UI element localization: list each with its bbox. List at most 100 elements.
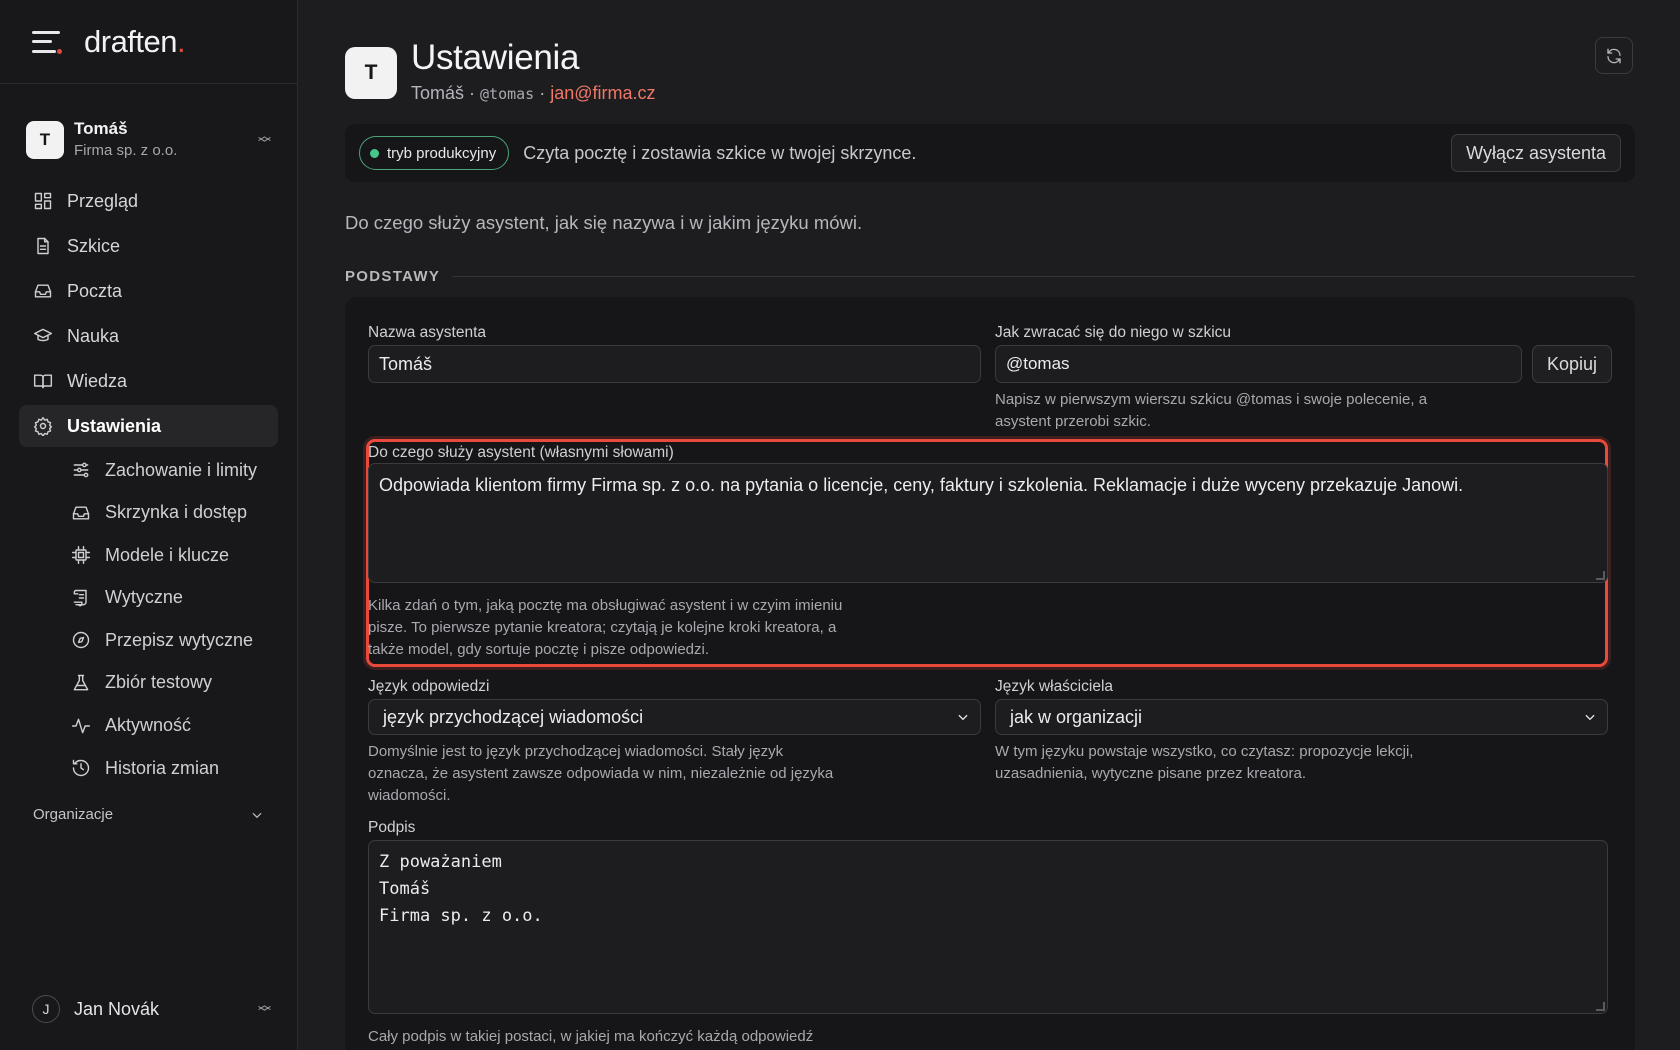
account-org: Firma sp. z o.o. [74, 142, 178, 159]
subnav-item-skrzynka[interactable]: Skrzynka i dostęp [57, 493, 278, 533]
address-label: Jak zwracać się do niego w szkicu [995, 324, 1232, 341]
nav-item-label: Poczta [67, 280, 123, 301]
sliders-icon [71, 460, 91, 480]
help-line: Napisz w pierwszym wierszu szkicu @tomas… [995, 391, 1428, 408]
refresh-button[interactable] [1595, 37, 1633, 74]
menu-icon[interactable] [32, 30, 62, 54]
subnav-item-aktywnosc[interactable]: Aktywność [57, 706, 278, 746]
help-line: W tym języku powstaje wszystko, co czyta… [995, 743, 1414, 760]
signature-line: Tomáš [379, 879, 431, 899]
chevron-down-icon [252, 812, 262, 818]
resize-handle-icon[interactable] [1596, 571, 1605, 580]
mode-bar: tryb produkcyjny Czyta pocztę i zostawia… [345, 124, 1635, 182]
page-title: Ustawienia [411, 38, 580, 77]
chevron-down-icon [958, 714, 968, 721]
nav-item-wiedza[interactable]: Wiedza [19, 360, 278, 402]
owner-email: jan@firma.cz [550, 83, 656, 103]
scroll-icon [71, 588, 91, 608]
production-mode-badge: tryb produkcyjny [359, 136, 510, 170]
owner-language-help: W tym języku powstaje wszystko, co czyta… [995, 741, 1608, 785]
name-row: Nazwa asystenta Tomáš Jak zwracać się do… [368, 321, 1612, 433]
subnav-item-label: Skrzynka i dostęp [105, 502, 248, 523]
basics-card: Nazwa asystenta Tomáš Jak zwracać się do… [345, 297, 1635, 1050]
signature-textarea[interactable]: Z poważaniem Tomáš Firma sp. z o.o. [368, 840, 1608, 1014]
purpose-label: Do czego służy asystent (własnymi słowam… [368, 444, 674, 461]
chip-icon [71, 545, 91, 565]
reply-language-select[interactable]: język przychodzącej wiadomości [368, 699, 981, 735]
nav-item-poczta[interactable]: Poczta [19, 270, 278, 312]
reply-language-help: Domyślnie jest to język przychodzącej wi… [368, 741, 981, 807]
user-menu[interactable]: J Jan Novák ︿ ﹀ [32, 994, 271, 1024]
logo[interactable]: draften. [84, 24, 186, 60]
dashboard-icon [33, 191, 53, 211]
account-avatar: T [26, 121, 64, 159]
address-help: Napisz w pierwszym wierszu szkicu @tomas… [995, 389, 1612, 433]
subnav-item-modele[interactable]: Modele i klucze [57, 535, 278, 575]
disable-assistant-button[interactable]: Wyłącz asystenta [1451, 134, 1621, 172]
address-input[interactable]: @tomas [995, 345, 1522, 383]
refresh-icon [1607, 48, 1621, 63]
reply-language-label: Język odpowiedzi [368, 678, 490, 695]
section-intro: Do czego służy asystent, jak się nazywa … [345, 212, 863, 233]
compass-icon [71, 630, 91, 650]
purpose-field: Do czego służy asystent (własnymi słowam… [368, 443, 1608, 661]
chevron-up-down-icon: ︿ ﹀ [257, 128, 271, 151]
nav-item-nauka[interactable]: Nauka [19, 315, 278, 357]
book-icon [33, 371, 53, 391]
subnav-item-zbior[interactable]: Zbiór testowy [57, 663, 278, 703]
settings-subnav: Zachowanie i limity Skrzynka i dostęp Mo… [19, 450, 278, 788]
gear-icon [33, 416, 53, 436]
history-icon [71, 758, 91, 778]
subnav-item-zachowanie[interactable]: Zachowanie i limity [57, 450, 278, 490]
organizations-section-toggle[interactable]: Organizacje [33, 806, 264, 823]
brand-bar: draften. [0, 0, 297, 84]
copy-button[interactable]: Kopiuj [1531, 345, 1612, 383]
account-switcher[interactable]: T Tomáš Firma sp. z o.o. ︿ ﹀ [0, 116, 297, 164]
subnav-item-przepisz[interactable]: Przepisz wytyczne [57, 620, 278, 660]
select-value: język przychodzącej wiadomości [383, 706, 644, 727]
help-line: wiadomości. [368, 787, 451, 804]
subnav-item-wytyczne[interactable]: Wytyczne [57, 578, 278, 618]
assistant-name-label: Nazwa asystenta [368, 324, 487, 341]
section-title: PODSTAWY [345, 268, 1635, 285]
resize-handle-icon[interactable] [1596, 1002, 1605, 1011]
section-title-label: PODSTAWY [345, 268, 441, 285]
graduation-cap-icon [33, 326, 53, 346]
user-name: Jan Novák [74, 998, 160, 1019]
inbox-icon [71, 503, 91, 523]
sidebar: draften. T Tomáš Firma sp. z o.o. ︿ ﹀ Prz… [0, 0, 298, 1050]
help-line: asystent przerobi szkic. [995, 413, 1151, 430]
assistant-avatar: T [345, 47, 397, 99]
help-line: uzasadnienia, wytyczne pisane przez krea… [995, 765, 1307, 782]
page-subtitle: Tomáš · @tomas · jan@firma.cz [411, 83, 656, 104]
status-dot-icon [370, 148, 379, 158]
main-nav: Przegląd Szkice Poczta Nauka Wiedza Usta… [0, 180, 297, 788]
page-header: T Ustawienia Tomáš · @tomas · jan@firma.… [345, 0, 1635, 118]
subnav-item-label: Zbiór testowy [105, 672, 213, 693]
owner-language-select[interactable]: jak w organizacji [995, 699, 1608, 735]
purpose-textarea[interactable]: Odpowiada klientom firmy Firma sp. z o.o… [368, 463, 1608, 583]
flask-icon [71, 673, 91, 693]
subnav-item-label: Modele i klucze [105, 544, 230, 565]
nav-item-ustawienia[interactable]: Ustawienia [19, 405, 278, 447]
help-line: Kilka zdań o tym, jaką pocztę ma obsługi… [368, 597, 843, 614]
help-line: pisze. To pierwsze pytanie kreatora; czy… [368, 619, 837, 636]
assistant-name-input[interactable]: Tomáš [368, 345, 981, 383]
subnav-item-historia[interactable]: Historia zmian [57, 748, 278, 788]
document-icon [33, 236, 53, 256]
nav-item-przeglad[interactable]: Przegląd [19, 180, 278, 222]
nav-item-label: Wiedza [67, 370, 128, 391]
mode-description: Czyta pocztę i zostawia szkice w twojej … [523, 142, 917, 163]
main-content: T Ustawienia Tomáš · @tomas · jan@firma.… [345, 0, 1635, 1050]
help-line: oznacza, że asystent zawsze odpowiada w … [368, 765, 834, 782]
separator: · [534, 83, 551, 103]
signature-line: Firma sp. z o.o. [379, 906, 543, 926]
signature-help: Cały podpis w takiej postaci, w jakiej m… [368, 1028, 814, 1045]
subnav-item-label: Przepisz wytyczne [105, 629, 254, 650]
organizations-label: Organizacje [33, 806, 114, 823]
select-value: jak w organizacji [1010, 706, 1143, 727]
nav-item-szkice[interactable]: Szkice [19, 225, 278, 267]
language-row: Język odpowiedzi język przychodzącej wia… [368, 675, 1608, 807]
help-line: także model, gdy sortuje pocztę i pisze … [368, 641, 710, 658]
signature-line: Z poważaniem [379, 852, 502, 872]
